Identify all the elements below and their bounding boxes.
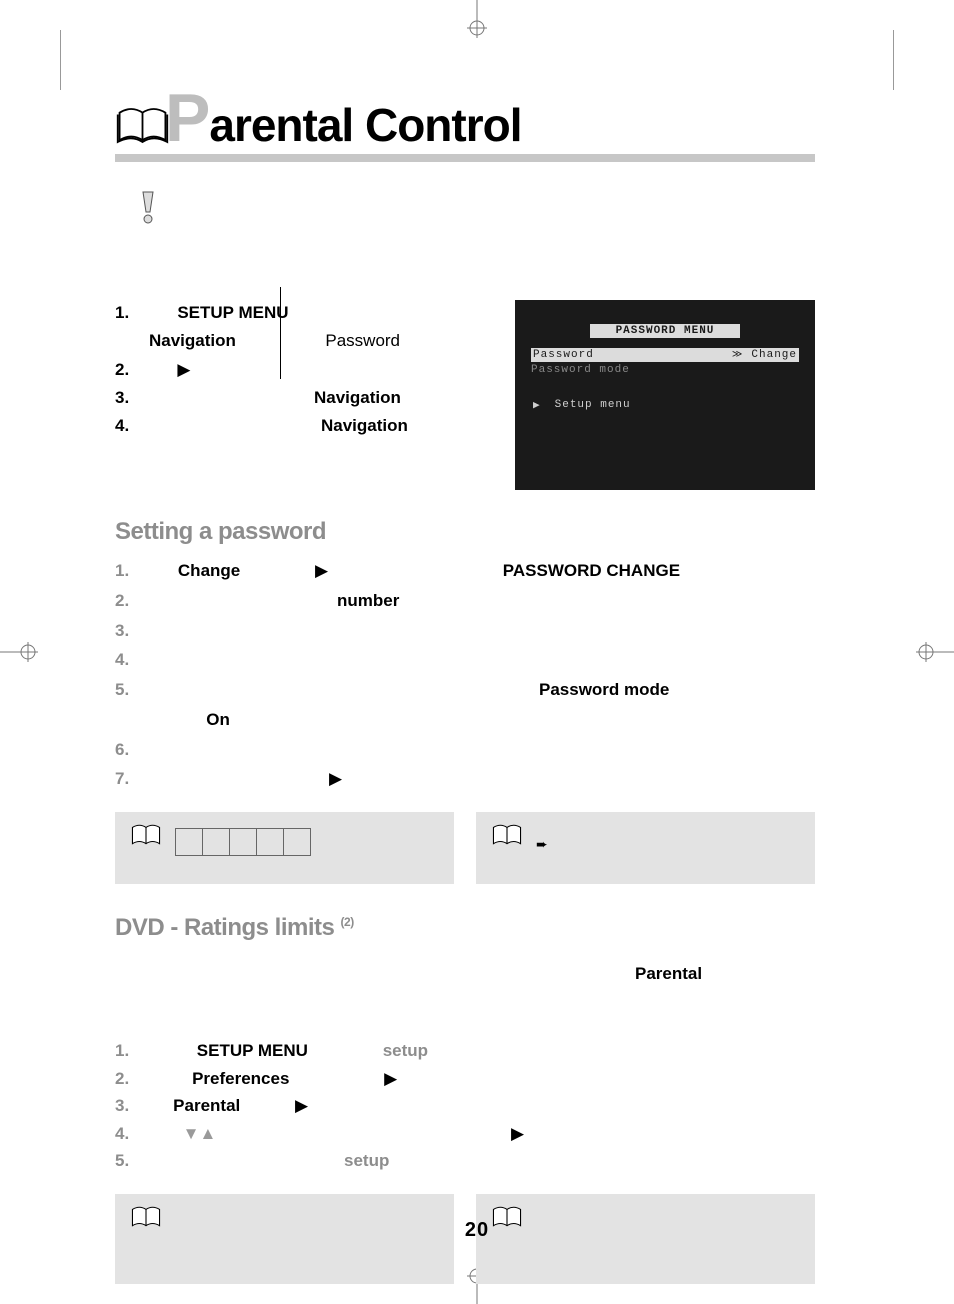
note-box-right xyxy=(476,1194,815,1284)
note-box-left xyxy=(115,812,454,884)
tv-play-icon: ▶ xyxy=(533,398,541,412)
step-number: 1. xyxy=(115,556,149,586)
step-text: SETUP MENU xyxy=(149,300,445,326)
crop-mark-top xyxy=(457,0,497,40)
setup-menu-label: SETUP MENU xyxy=(177,303,288,322)
setup-menu-label: SETUP MENU xyxy=(197,1041,308,1060)
password-word: Password xyxy=(325,331,400,350)
tv-row-password: Password ≫ Change xyxy=(531,348,799,362)
page-content: Parental Control 1. SETUP MENU Navigatio… xyxy=(115,95,815,1284)
corner-mark xyxy=(893,30,894,90)
step-number: 3. xyxy=(115,1093,149,1119)
book-icon xyxy=(490,1204,524,1230)
step-number: 3. xyxy=(115,385,139,411)
tv-change-label: Change xyxy=(751,349,797,361)
on-word: On xyxy=(206,710,230,729)
vertical-line xyxy=(280,287,281,379)
step-text: ▶ xyxy=(159,764,815,794)
page-number: 20 xyxy=(465,1219,489,1242)
title-dropcap: P xyxy=(165,80,209,156)
step-number: 4. xyxy=(115,1121,149,1147)
up-down-arrows-icon: ▼▲ xyxy=(183,1124,217,1143)
step-number: 2. xyxy=(115,1066,149,1092)
subheading-password: Setting a password xyxy=(115,518,815,546)
step-text: setup xyxy=(159,1148,815,1174)
book-icon xyxy=(129,1204,163,1230)
parental-line: Parental xyxy=(115,964,815,984)
step-number: 1. xyxy=(115,300,139,326)
step-number: 7. xyxy=(115,764,149,794)
password-mode-label: Password mode xyxy=(539,680,669,699)
tv-arrow-icon: ≫ xyxy=(730,349,745,361)
setup-key: setup xyxy=(344,1151,389,1170)
password-change-label: PASSWORD CHANGE xyxy=(503,561,680,580)
step-text: Navigation xyxy=(149,385,445,411)
tv-row-mode: Password mode xyxy=(531,364,799,376)
ratings-steps: 1. SETUP MENU setup 2. Preferences ▶ 3. … xyxy=(115,1038,815,1174)
crop-mark-left xyxy=(0,632,40,672)
tv-bottom-row: ▶ Setup menu xyxy=(533,398,803,412)
tv-menu-title: PASSWORD MENU xyxy=(590,324,740,338)
step-text: Parental ▶ xyxy=(159,1093,815,1119)
right-arrow-icon: ▶ xyxy=(329,769,342,788)
navigation-word: Navigation xyxy=(321,416,408,435)
step-number: 3. xyxy=(115,616,149,646)
step-text: ▼▲ ▶ xyxy=(159,1121,815,1147)
parental-word: Parental xyxy=(635,964,702,983)
page-title: Parental Control xyxy=(165,95,522,152)
page-title-row: Parental Control xyxy=(115,95,815,152)
tv-setup-menu-label: Setup menu xyxy=(555,399,631,411)
book-icon xyxy=(115,103,170,148)
step-number: 4. xyxy=(115,645,149,675)
preferences-word: Preferences xyxy=(192,1069,289,1088)
step-number: 5. xyxy=(115,675,149,705)
tv-password-label: Password xyxy=(533,349,724,361)
step-text: Change ▶ PASSWORD CHANGE xyxy=(159,556,815,586)
step-number: 5. xyxy=(115,1148,149,1174)
step-number: 2. xyxy=(115,586,149,616)
step-number: 4. xyxy=(115,413,139,439)
subheading-ratings-text: DVD - Ratings limits xyxy=(115,914,341,941)
corner-mark xyxy=(60,30,61,90)
book-icon xyxy=(129,822,163,848)
step-text: Navigation xyxy=(149,413,445,439)
crop-mark-right xyxy=(914,632,954,672)
step-text: SETUP MENU setup xyxy=(159,1038,815,1064)
step-text: On xyxy=(159,705,815,735)
step-text: number xyxy=(159,586,815,616)
step-text: Navigation Password xyxy=(149,328,445,354)
footnote-marker: (2) xyxy=(341,915,354,929)
book-icon xyxy=(490,822,524,848)
subheading-ratings: DVD - Ratings limits (2) xyxy=(115,914,815,942)
tv-screenshot: PASSWORD MENU Password ≫ Change Password… xyxy=(515,300,815,490)
exclamation-icon xyxy=(133,190,163,225)
navigation-word: Navigation xyxy=(314,388,401,407)
title-underline xyxy=(115,154,815,162)
step-text: Preferences ▶ xyxy=(159,1066,815,1092)
navigation-word: Navigation xyxy=(149,331,236,350)
intro-block: 1. SETUP MENU Navigation Password 2. ▶ 3… xyxy=(115,300,815,490)
step-text: ▶ xyxy=(149,357,445,383)
right-arrow-icon: ▶ xyxy=(177,360,190,379)
step-number: 6. xyxy=(115,735,149,765)
title-rest: arental Control xyxy=(209,99,521,151)
parental-word: Parental xyxy=(173,1096,240,1115)
tv-mode-label: Password mode xyxy=(531,364,799,376)
right-arrow-icon: ▶ xyxy=(315,561,328,580)
step-text: Password mode xyxy=(159,675,815,705)
password-steps: 1. Change ▶ PASSWORD CHANGE 2. number 3.… xyxy=(115,556,815,794)
setup-key: setup xyxy=(383,1041,428,1060)
right-arrow-icon: ▶ xyxy=(384,1069,397,1088)
arrow-right-icon: ➨ xyxy=(536,836,548,852)
note-row-1: ➨ xyxy=(115,812,815,884)
change-word: Change xyxy=(178,561,240,580)
note-box-left xyxy=(115,1194,454,1284)
number-word: number xyxy=(337,591,399,610)
password-boxes xyxy=(175,828,440,856)
note-box-right: ➨ xyxy=(476,812,815,884)
step-number: 2. xyxy=(115,357,139,383)
step-number: 1. xyxy=(115,1038,149,1064)
right-arrow-icon: ▶ xyxy=(511,1124,524,1143)
right-arrow-icon: ▶ xyxy=(295,1096,308,1115)
